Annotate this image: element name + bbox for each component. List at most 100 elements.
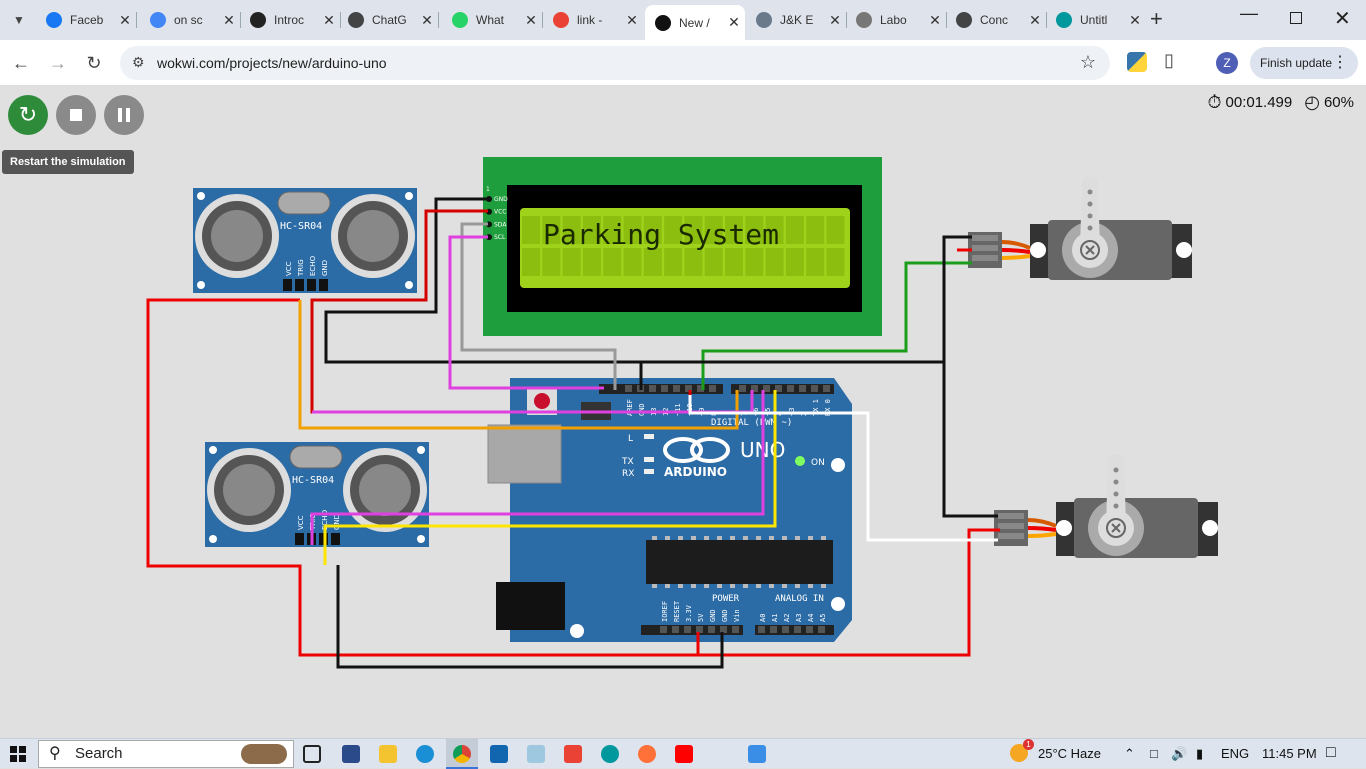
openai-icon — [250, 12, 266, 28]
tab-7[interactable]: J&K E ✕ — [746, 5, 846, 35]
ultrasonic-sensor-1[interactable]: HC-SR04 VCC TRIG ECHO GND — [193, 188, 417, 293]
finish-update-button[interactable]: Finish update ⋮ — [1250, 47, 1358, 79]
close-tab-icon[interactable]: ✕ — [924, 12, 946, 29]
notepad-icon[interactable] — [527, 745, 545, 763]
volume-icon[interactable]: 🔊 — [1171, 746, 1187, 762]
windows-start-icon[interactable] — [10, 746, 26, 762]
extensions-icon[interactable]: ▯ — [1164, 50, 1174, 71]
tab-2[interactable]: Introc ✕ — [240, 5, 340, 35]
tab-title: What — [476, 13, 505, 27]
arduino-ide-icon[interactable] — [601, 745, 619, 763]
simulation-canvas[interactable]: Parking System 1 GND VCC SDA SCL HC-SR04 VCC… — [0, 87, 1366, 738]
tab-title: Untitl — [1080, 13, 1108, 27]
close-tab-icon[interactable]: ✕ — [1124, 12, 1146, 29]
lcd-display[interactable]: Parking System 1 GND VCC SDA SCL — [483, 157, 882, 336]
arduino-bottom-pin-label: A2 — [783, 614, 791, 622]
arduino-icon — [1056, 12, 1072, 28]
arduino-bottom-pin-label: IOREF — [661, 601, 669, 622]
tab-title: J&K E — [780, 13, 814, 27]
store-icon[interactable] — [342, 745, 360, 763]
close-tab-icon[interactable]: ✕ — [621, 12, 643, 29]
search-label: Search — [75, 745, 123, 762]
tab-title: Faceb — [70, 13, 104, 27]
close-tab-icon[interactable]: ✕ — [723, 14, 745, 31]
edge-icon[interactable] — [416, 745, 434, 763]
restore-button[interactable] — [1290, 12, 1302, 24]
tab-4[interactable]: What ✕ — [442, 5, 542, 35]
weather-text[interactable]: 25°C Haze — [1038, 746, 1101, 761]
show-hidden-icons[interactable]: ⌃ — [1124, 746, 1135, 762]
close-window-button[interactable]: ✕ — [1334, 6, 1351, 31]
tab-9[interactable]: Conc ✕ — [946, 5, 1046, 35]
sensor-pin-label: ECHO — [309, 255, 317, 276]
task-view-icon[interactable] — [303, 745, 321, 763]
omnibox[interactable]: ⚙ wokwi.com/projects/new/arduino-uno ☆ — [120, 46, 1110, 80]
tab-6[interactable]: New / ✕ — [645, 5, 745, 40]
firefox-icon[interactable] — [638, 745, 656, 763]
tab-0[interactable]: Faceb ✕ — [36, 5, 136, 35]
tab-strip: ▼ Faceb ✕ on sc ✕ Introc ✕ ChatG ✕ What ✕ link - ✕ N… — [0, 0, 1366, 40]
tab-search-button[interactable]: ▼ — [6, 7, 32, 33]
address-bar: ← → ↻ ⚙ wokwi.com/projects/new/arduino-u… — [0, 40, 1366, 86]
battery-icon[interactable]: ▮ — [1196, 746, 1203, 762]
bookmark-star-icon[interactable]: ☆ — [1080, 52, 1096, 73]
network-icon[interactable]: □ — [1150, 746, 1158, 761]
profile-avatar[interactable]: Z — [1216, 52, 1238, 74]
close-tab-icon[interactable]: ✕ — [824, 12, 846, 29]
restart-simulation-button[interactable]: ↻ — [8, 95, 48, 135]
arduino-bottom-pin-label: GND — [721, 609, 729, 622]
taskbar-search[interactable]: ⚲ Search — [38, 740, 294, 768]
minimize-button[interactable]: — — [1240, 3, 1258, 24]
analog-label: ANALOG IN — [775, 594, 824, 604]
back-button[interactable]: ← — [8, 50, 34, 76]
stop-simulation-button[interactable] — [56, 95, 96, 135]
on-label: ON — [811, 458, 825, 468]
arduino-uno-board[interactable]: ARDUINO UNO ON TX RX L DIGITAL (PWM ~) P… — [487, 378, 852, 642]
close-tab-icon[interactable]: ✕ — [114, 12, 136, 29]
python-extension-icon[interactable] — [1127, 52, 1147, 72]
site-info-icon[interactable]: ⚙ — [132, 54, 145, 71]
close-tab-icon[interactable]: ✕ — [318, 12, 340, 29]
facebook-icon — [46, 12, 62, 28]
close-tab-icon[interactable]: ✕ — [520, 12, 542, 29]
servo-motor-1[interactable] — [968, 176, 1192, 280]
close-tab-icon[interactable]: ✕ — [218, 12, 240, 29]
gmail-icon[interactable] — [564, 745, 582, 763]
tab-10[interactable]: Untitl ✕ — [1046, 5, 1146, 35]
sensor-label: HC-SR04 — [280, 221, 322, 232]
tab-8[interactable]: Labo ✕ — [846, 5, 946, 35]
language-indicator[interactable]: ENG — [1221, 746, 1249, 761]
keyboard-icon[interactable] — [748, 745, 766, 763]
arduino-bottom-pin-label: Vin — [733, 609, 741, 622]
weather-icon[interactable]: 1 — [1010, 739, 1034, 762]
notifications-icon[interactable]: □ — [1326, 744, 1336, 762]
timer-value: 00:01.499 — [1225, 94, 1293, 111]
close-tab-icon[interactable]: ✕ — [416, 12, 438, 29]
ultrasonic-sensor-2[interactable]: HC-SR04VCC TRIG ECHO GND — [205, 442, 429, 547]
chrome-icon[interactable] — [446, 739, 478, 769]
reload-button[interactable]: ↻ — [81, 50, 107, 76]
arduino-bottom-pin-label: 5V — [697, 613, 705, 622]
tab-separator — [438, 12, 439, 28]
tab-1[interactable]: on sc ✕ — [140, 5, 240, 35]
tab-5[interactable]: link - ✕ — [543, 5, 643, 35]
lcd-pin-label: VCC — [494, 209, 506, 216]
close-tab-icon[interactable]: ✕ — [1024, 12, 1046, 29]
jk-icon — [756, 12, 772, 28]
restart-icon: ↻ — [18, 102, 38, 127]
forward-button[interactable]: → — [45, 50, 71, 76]
weather-badge: 1 — [1023, 739, 1034, 750]
app-icon-blue[interactable] — [490, 745, 508, 763]
servo-motor-2[interactable] — [994, 454, 1218, 558]
clock[interactable]: 11:45 PM — [1262, 746, 1317, 761]
new-tab-button[interactable]: + — [1150, 6, 1163, 32]
speed-value: 60% — [1323, 94, 1354, 111]
wire-servo2-gnd-black[interactable] — [942, 362, 998, 518]
tab-3[interactable]: ChatG ✕ — [338, 5, 438, 35]
file-explorer-icon[interactable] — [379, 745, 397, 763]
arduino-top-pin-label: ~11 — [674, 403, 682, 416]
url-text[interactable]: wokwi.com/projects/new/arduino-uno — [157, 55, 387, 71]
pause-simulation-button[interactable] — [104, 95, 144, 135]
youtube-icon[interactable] — [675, 745, 693, 763]
wokwi-icon — [655, 14, 671, 31]
